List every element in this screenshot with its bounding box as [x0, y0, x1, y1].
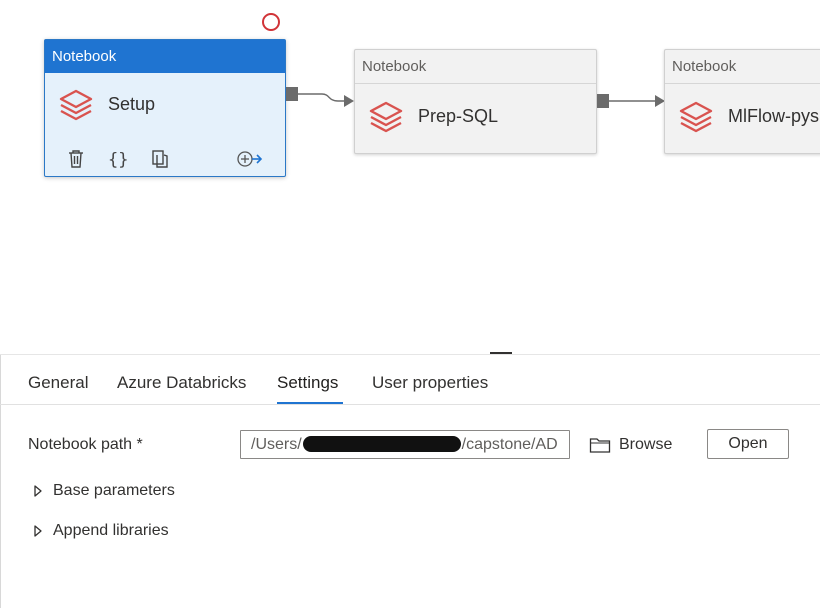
- activity-body: MlFlow-pysp: [665, 84, 820, 154]
- resize-grip[interactable]: [490, 352, 512, 354]
- output-port[interactable]: [597, 94, 609, 108]
- browse-label: Browse: [619, 436, 673, 453]
- activity-header: Notebook: [355, 50, 596, 84]
- panel-separator: [0, 354, 820, 355]
- chevron-right-icon: [34, 525, 42, 537]
- tab-general[interactable]: General: [28, 373, 88, 393]
- status-circle-icon: [262, 13, 280, 31]
- open-button[interactable]: Open: [707, 429, 789, 459]
- chevron-right-icon: [34, 485, 42, 497]
- pipeline-canvas[interactable]: Notebook Setup {} Notebook Prep-SQL Note…: [0, 0, 820, 355]
- svg-text:{}: {}: [108, 150, 128, 170]
- activity-header: Notebook: [45, 40, 285, 73]
- active-tab-indicator: [277, 402, 343, 404]
- databricks-stack-icon: [59, 89, 93, 121]
- tab-settings[interactable]: Settings: [277, 373, 338, 393]
- notebook-path-prefix: /Users/: [251, 436, 302, 453]
- activity-body: Prep-SQL: [355, 84, 596, 154]
- databricks-stack-icon: [679, 101, 713, 133]
- activity-mlflow[interactable]: Notebook MlFlow-pysp: [664, 49, 820, 154]
- activity-name: Prep-SQL: [418, 106, 499, 126]
- tab-azure-databricks[interactable]: Azure Databricks: [117, 373, 246, 393]
- tab-user-properties[interactable]: User properties: [372, 373, 488, 393]
- activity-name: Setup: [108, 94, 156, 114]
- code-braces-icon[interactable]: {}: [107, 148, 129, 170]
- output-port[interactable]: [286, 87, 298, 101]
- notebook-path-suffix: /capstone/AD: [461, 436, 558, 453]
- base-parameters-expander[interactable]: Base parameters: [30, 480, 175, 502]
- activity-prep-sql[interactable]: Notebook Prep-SQL: [354, 49, 597, 154]
- append-libraries-label: Append libraries: [53, 522, 169, 539]
- folder-icon: [589, 438, 611, 453]
- append-libraries-expander[interactable]: Append libraries: [30, 520, 169, 542]
- notebook-path-label: Notebook path *: [28, 436, 143, 453]
- redacted-text: [302, 436, 461, 452]
- connector-arrow: [609, 95, 665, 107]
- connector-arrow: [298, 93, 354, 107]
- activity-header: Notebook: [665, 50, 820, 84]
- copy-icon[interactable]: [149, 148, 171, 170]
- delete-icon[interactable]: [65, 148, 87, 170]
- properties-tabs: General Azure Databricks Settings User p…: [0, 362, 820, 405]
- base-parameters-label: Base parameters: [53, 482, 175, 499]
- databricks-stack-icon: [369, 101, 403, 133]
- add-output-icon[interactable]: [235, 148, 263, 170]
- activity-name: MlFlow-pysp: [728, 106, 820, 126]
- activity-body: Setup: [45, 73, 285, 143]
- activity-setup[interactable]: Notebook Setup {}: [44, 39, 286, 177]
- notebook-path-input[interactable]: /Users/ /capstone/AD: [240, 430, 570, 459]
- browse-button[interactable]: Browse: [589, 432, 672, 458]
